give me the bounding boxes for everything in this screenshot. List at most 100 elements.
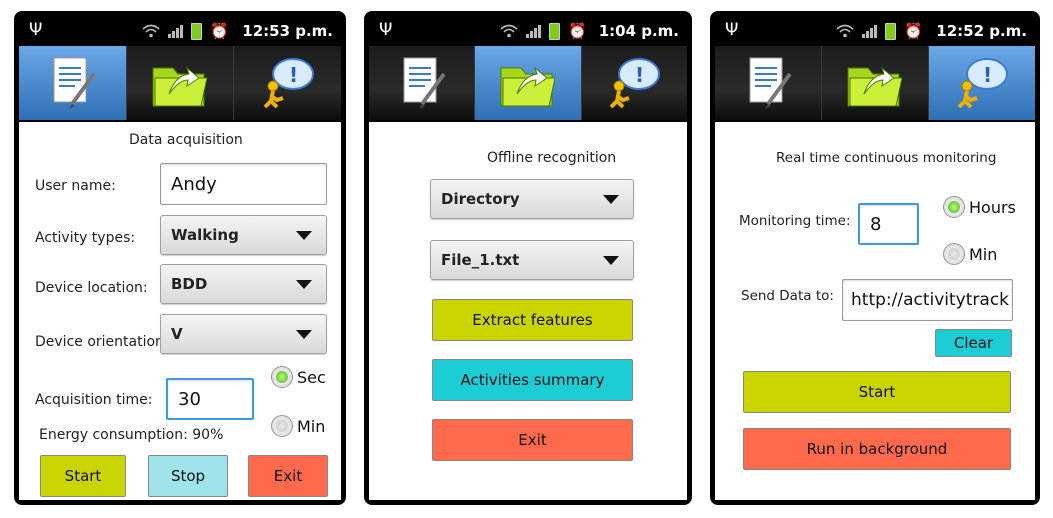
radio-sec[interactable]: Sec	[271, 366, 326, 388]
phone-screen-offline-recognition: Ψ ⏰ 1:04 p.m. ! Offline recognition Dire…	[364, 11, 692, 505]
device-location-select[interactable]: BDD	[160, 264, 327, 304]
signal-icon	[526, 24, 542, 38]
folder-arrow-icon	[152, 66, 208, 107]
chevron-down-icon	[296, 330, 312, 339]
status-bar: Ψ ⏰ 12:52 p.m.	[715, 16, 1035, 46]
phone-screen-realtime-monitoring: Ψ ⏰ 12:52 p.m. ! Real time continuous mo…	[710, 11, 1040, 505]
radio-min[interactable]: Min	[271, 415, 325, 437]
monitoring-time-input[interactable]: 8	[858, 203, 919, 245]
run-in-background-button[interactable]: Run in background	[743, 428, 1011, 470]
wifi-icon	[142, 24, 160, 38]
tab-data-acquisition[interactable]	[369, 46, 474, 120]
monitoring-time-label: Monitoring time:	[739, 213, 851, 229]
usb-icon: Ψ	[379, 20, 393, 40]
device-orientation-select[interactable]: V	[160, 314, 327, 354]
tab-offline-recognition[interactable]	[474, 46, 581, 120]
clear-button[interactable]: Clear	[935, 329, 1012, 357]
content: Offline recognition Directory File_1.txt…	[369, 122, 687, 500]
alarm-icon: ⏰	[568, 22, 587, 40]
radio-button-on[interactable]	[271, 366, 293, 388]
tab-realtime-monitoring[interactable]: !	[233, 46, 341, 120]
battery-icon	[549, 22, 561, 40]
radio-button-off[interactable]	[943, 243, 965, 265]
alarm-icon: ⏰	[904, 22, 923, 40]
activity-types-label: Activity types:	[35, 230, 136, 246]
activity-types-select[interactable]: Walking	[160, 215, 327, 255]
battery-icon	[885, 22, 897, 40]
chevron-down-icon	[296, 280, 312, 289]
extract-features-button[interactable]: Extract features	[432, 299, 633, 341]
directory-value: Directory	[441, 190, 520, 208]
signal-icon	[862, 24, 878, 38]
tab-realtime-monitoring[interactable]: !	[928, 46, 1035, 120]
tab-offline-recognition[interactable]	[821, 46, 928, 120]
screen: Ψ ⏰ 12:52 p.m. ! Real time continuous mo…	[715, 16, 1035, 500]
acquisition-time-value: 30	[178, 388, 201, 410]
start-button[interactable]: Start	[40, 455, 126, 497]
radio-min[interactable]: Min	[943, 243, 997, 265]
folder-arrow-icon	[500, 66, 556, 107]
document-pen-icon	[749, 57, 792, 109]
screen: Ψ ⏰ 1:04 p.m. ! Offline recognition Dire…	[369, 16, 687, 500]
radio-button-on[interactable]	[943, 196, 965, 218]
activities-summary-button[interactable]: Activities summary	[432, 359, 633, 401]
send-data-url-value: http://activitytrack	[851, 290, 1010, 310]
document-pen-icon	[403, 57, 446, 109]
usb-icon: Ψ	[29, 20, 43, 40]
monitoring-time-value: 8	[870, 213, 882, 235]
user-name-input[interactable]: Andy	[160, 163, 327, 205]
status-icons: ⏰	[142, 22, 229, 40]
battery-icon	[191, 22, 203, 40]
person-speech-icon: !	[263, 58, 314, 109]
tab-bar: !	[19, 46, 341, 122]
alarm-icon: ⏰	[210, 22, 229, 40]
stop-button[interactable]: Stop	[148, 455, 228, 497]
tab-realtime-monitoring[interactable]: !	[580, 46, 687, 120]
chevron-down-icon	[603, 256, 619, 265]
acquisition-time-label: Acquisition time:	[35, 392, 153, 408]
wifi-icon	[836, 24, 854, 38]
tab-data-acquisition[interactable]	[715, 46, 821, 120]
radio-button-off[interactable]	[271, 415, 293, 437]
radio-hours[interactable]: Hours	[943, 196, 1016, 218]
device-orientation-label: Device orientation:	[35, 334, 169, 350]
content: Data acquisition User name: Andy Activit…	[19, 122, 341, 500]
person-speech-icon: !	[609, 58, 661, 109]
status-bar: Ψ ⏰ 12:53 p.m.	[19, 16, 341, 46]
tab-offline-recognition[interactable]	[125, 46, 234, 120]
folder-arrow-icon	[847, 66, 903, 107]
status-time: 12:52 p.m.	[936, 22, 1027, 40]
file-select[interactable]: File_1.txt	[430, 240, 634, 280]
radio-sec-label: Sec	[297, 367, 326, 387]
person-speech-icon: !	[957, 58, 1008, 109]
svg-text:!: !	[289, 63, 298, 87]
activity-types-value: Walking	[171, 226, 239, 244]
user-name-value: Andy	[171, 173, 217, 195]
status-bar: Ψ ⏰ 1:04 p.m.	[369, 16, 687, 46]
chevron-down-icon	[603, 195, 619, 204]
radio-min-label: Min	[297, 416, 326, 436]
radio-min-label: Min	[969, 244, 998, 264]
wifi-icon	[500, 24, 518, 38]
tab-data-acquisition[interactable]	[19, 46, 126, 120]
chevron-down-icon	[296, 231, 312, 240]
document-pen-icon	[53, 57, 96, 109]
exit-button[interactable]: Exit	[432, 419, 633, 461]
svg-text:!: !	[983, 63, 992, 87]
start-button[interactable]: Start	[743, 371, 1011, 413]
content: Real time continuous monitoring Monitori…	[715, 122, 1035, 500]
radio-hours-label: Hours	[969, 197, 1016, 217]
page-title: Real time continuous monitoring	[776, 150, 997, 166]
exit-button[interactable]: Exit	[248, 455, 328, 497]
phone-screen-data-acquisition: Ψ ⏰ 12:53 p.m. ! Data acquisition User n…	[14, 11, 346, 505]
acquisition-time-input[interactable]: 30	[166, 378, 254, 420]
svg-text:!: !	[635, 63, 644, 87]
device-location-value: BDD	[171, 275, 208, 293]
device-location-label: Device location:	[35, 280, 148, 296]
usb-icon: Ψ	[725, 20, 739, 40]
directory-select[interactable]: Directory	[430, 179, 634, 219]
user-name-label: User name:	[35, 178, 116, 194]
send-data-url-input[interactable]: http://activitytrack	[842, 279, 1013, 321]
screen: Ψ ⏰ 12:53 p.m. ! Data acquisition User n…	[19, 16, 341, 500]
energy-consumption-text: Energy consumption: 90%	[39, 427, 224, 443]
